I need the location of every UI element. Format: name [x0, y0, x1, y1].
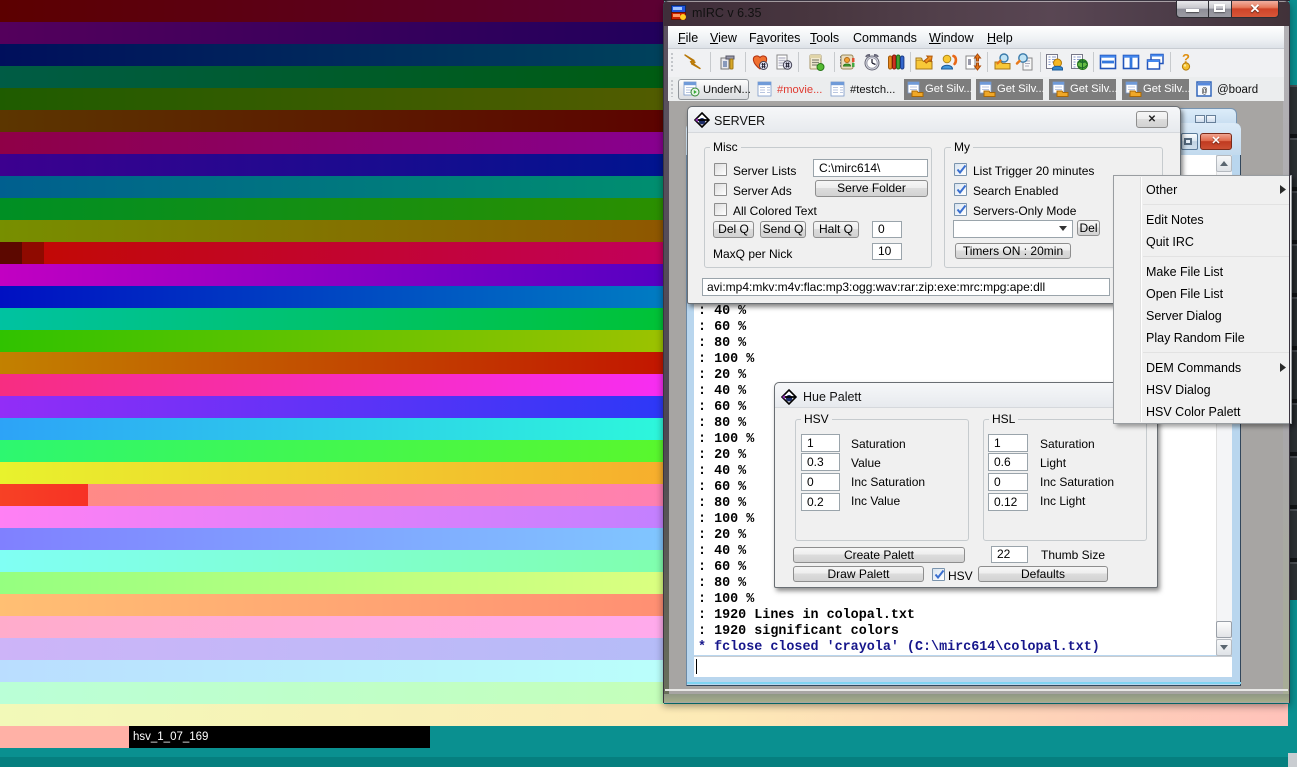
svg-text:@: @ [1202, 87, 1208, 97]
